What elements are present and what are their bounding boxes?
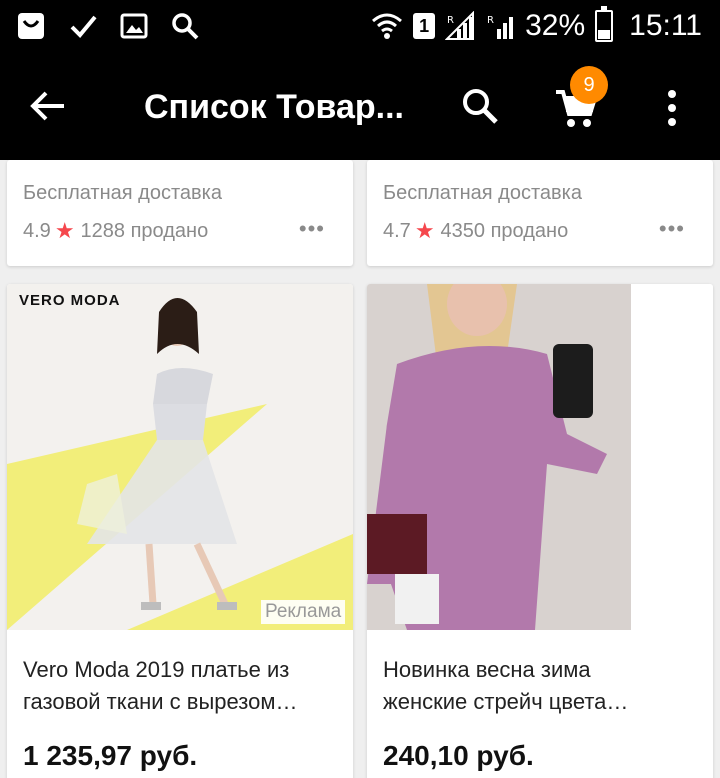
star-icon: ★ xyxy=(54,218,75,243)
product-price: 240,10 руб. xyxy=(383,740,534,771)
search-status-icon xyxy=(170,11,200,41)
product-card-partial[interactable]: Бесплатная доставка 4.7 ★ 4350 продано •… xyxy=(367,160,713,266)
rating-value: 4.9 xyxy=(23,219,51,242)
star-icon: ★ xyxy=(414,218,435,243)
free-delivery-label: Бесплатная доставка xyxy=(23,182,222,204)
product-card-partial[interactable]: Бесплатная доставка 4.9 ★ 1288 продано •… xyxy=(7,160,353,266)
more-options-button[interactable] xyxy=(664,88,680,128)
battery-icon xyxy=(595,6,614,42)
product-title-line: женские стрейч цвета… xyxy=(383,689,629,714)
signal-icon-2: R xyxy=(485,11,515,41)
signal-icon-1: R xyxy=(445,11,475,41)
status-icons-left xyxy=(16,11,222,41)
search-icon xyxy=(463,89,498,124)
cart-count-badge: 9 xyxy=(570,66,608,104)
rating-row: 4.9 ★ 1288 продано xyxy=(23,218,208,244)
status-icons-right: 1 R R 32% 15:11 xyxy=(361,6,702,43)
more-vert-icon xyxy=(668,90,676,126)
page-title: Список Товар... xyxy=(144,88,404,126)
product-title[interactable]: Новинка весна зима женские стрейч цвета… xyxy=(383,654,703,718)
svg-text:R: R xyxy=(447,15,454,26)
product-title-line: газовой ткани с вырезом… xyxy=(23,689,298,714)
check-icon xyxy=(68,11,98,41)
product-image[interactable] xyxy=(7,284,353,630)
product-price: 1 235,97 руб. xyxy=(23,740,198,771)
brand-logo: VERO MODA xyxy=(19,292,121,309)
more-horiz-button[interactable]: ••• xyxy=(299,216,325,242)
battery-percent: 32% xyxy=(525,9,586,42)
product-card[interactable]: Новинка весна зима женские стрейч цвета…… xyxy=(367,284,713,778)
wifi-icon xyxy=(371,12,403,40)
ad-label: Реклама xyxy=(261,600,346,624)
sold-count: 1288 продано xyxy=(80,219,209,242)
rating-row: 4.7 ★ 4350 продано xyxy=(383,218,568,244)
app-bar: Список Товар... 9 xyxy=(0,52,720,160)
shopping-bag-icon xyxy=(16,11,46,41)
search-button[interactable] xyxy=(460,86,500,126)
back-button[interactable] xyxy=(28,88,68,124)
svg-text:R: R xyxy=(487,15,494,26)
image-icon xyxy=(120,12,148,40)
product-title[interactable]: Vero Moda 2019 платье из газовой ткани с… xyxy=(23,654,343,718)
sold-count: 4350 продано xyxy=(440,219,569,242)
product-image[interactable] xyxy=(367,284,713,634)
status-bar: 1 R R 32% 15:11 xyxy=(0,0,720,52)
arrow-left-icon xyxy=(30,91,64,121)
more-horiz-button[interactable]: ••• xyxy=(659,216,685,242)
free-delivery-label: Бесплатная доставка xyxy=(383,182,582,204)
rating-value: 4.7 xyxy=(383,219,411,242)
product-title-line: Новинка весна зима xyxy=(383,657,591,682)
sim-badge: 1 xyxy=(413,13,436,39)
product-card[interactable]: VERO MODA Реклама Vero Moda 2019 платье … xyxy=(7,284,353,778)
clock: 15:11 xyxy=(629,9,702,42)
product-title-line: Vero Moda 2019 платье из xyxy=(23,657,290,682)
